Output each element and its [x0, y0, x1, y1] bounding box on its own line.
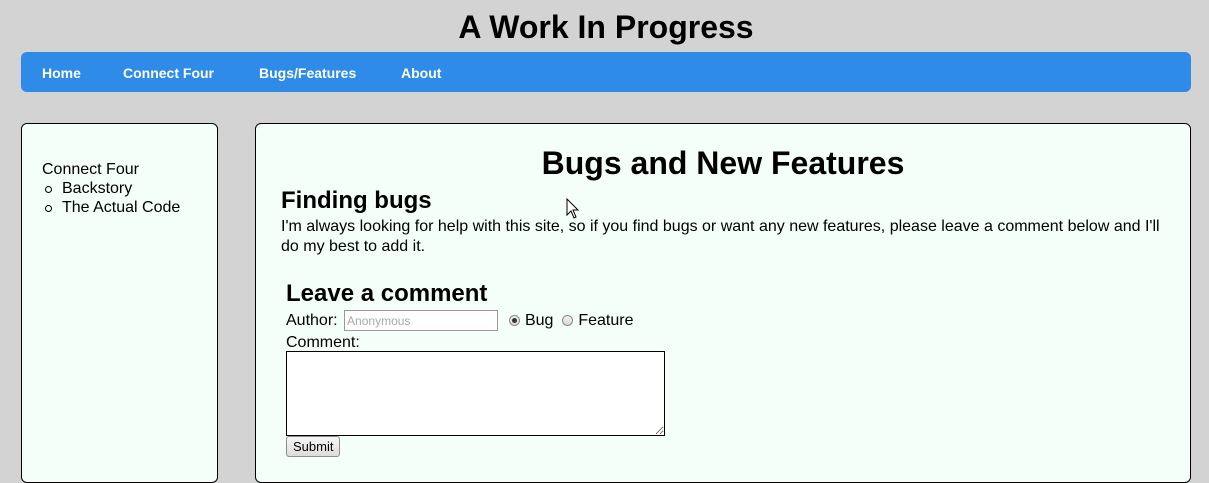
form-title: Leave a comment	[286, 280, 488, 307]
sidebar-heading[interactable]: Connect Four	[42, 160, 139, 179]
mouse-pointer-icon	[566, 198, 580, 219]
sidebar-item-label: The Actual Code	[62, 199, 181, 216]
comment-label: Comment:	[286, 334, 360, 351]
nav-bar: Home Connect Four Bugs/Features About	[21, 52, 1191, 92]
author-row: Author: Bug Feature	[286, 310, 633, 332]
author-label: Author:	[286, 311, 338, 329]
page-title: Bugs and New Features	[541, 145, 905, 181]
site-title: A Work In Progress	[458, 9, 754, 45]
section-body: I'm always looking for help with this si…	[281, 218, 1160, 255]
sidebar-item-label: Backstory	[62, 180, 133, 197]
nav-item-connect-four[interactable]: Connect Four	[123, 65, 214, 81]
sidebar: Connect Four Backstory The Actual Code	[21, 123, 218, 483]
sidebar-item-backstory[interactable]: Backstory	[42, 179, 180, 198]
circle-bullet-icon	[45, 205, 52, 212]
feature-radio-label[interactable]: Feature	[578, 311, 633, 331]
main-content: Bugs and New Features Finding bugs I'm a…	[255, 123, 1191, 483]
nav-item-bugs-features[interactable]: Bugs/Features	[259, 65, 356, 81]
bug-radio[interactable]	[508, 315, 520, 326]
feature-radio[interactable]	[561, 315, 573, 326]
submit-button[interactable]: Submit	[286, 436, 341, 457]
circle-bullet-icon	[45, 186, 52, 193]
comment-textarea[interactable]	[286, 351, 665, 436]
author-input[interactable]	[344, 310, 499, 331]
bug-radio-label[interactable]: Bug	[525, 311, 553, 331]
section-title: Finding bugs	[281, 187, 432, 214]
nav-item-home[interactable]: Home	[42, 65, 81, 81]
nav-item-about[interactable]: About	[401, 65, 441, 81]
sidebar-list: Backstory The Actual Code	[42, 179, 180, 217]
sidebar-item-the-actual-code[interactable]: The Actual Code	[42, 198, 180, 217]
